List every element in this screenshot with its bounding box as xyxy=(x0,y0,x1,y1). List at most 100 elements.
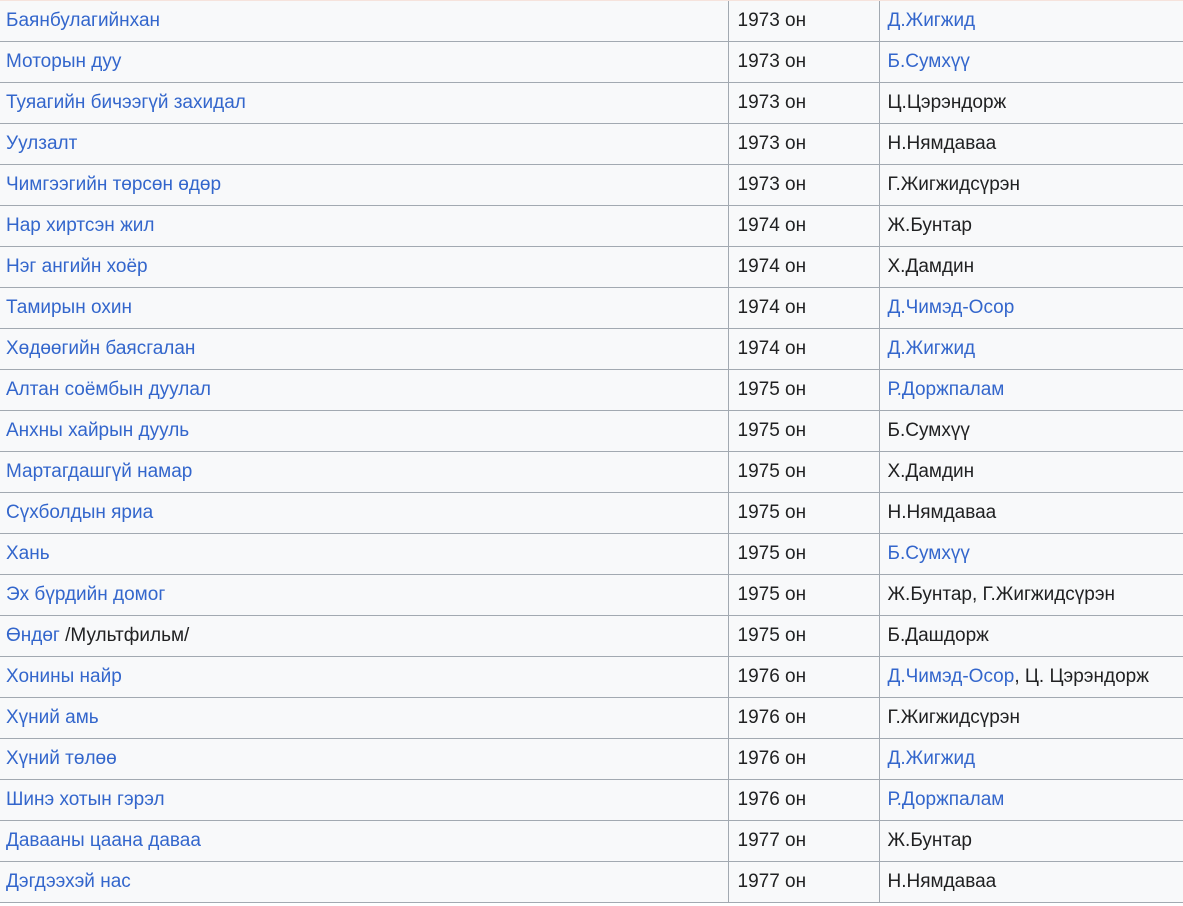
table-row: Баянбулагийнхан 1973 он Д.Жигжид xyxy=(0,1,1183,42)
film-title-link[interactable]: Тамирын охин xyxy=(6,297,132,318)
film-author-cell: Р.Доржпалам xyxy=(878,779,1183,821)
film-title-link[interactable]: Алтан соёмбын дуулал xyxy=(6,379,211,400)
author-link[interactable]: Р.Доржпалам xyxy=(888,789,1005,810)
film-author-cell: Г.Жигжидсүрэн xyxy=(878,164,1183,206)
table-row: Хөдөөгийн баясгалан 1974 он Д.Жигжид xyxy=(0,328,1183,370)
film-author-cell: Б.Дашдорж xyxy=(878,615,1183,657)
film-author-cell: Д.Жигжид xyxy=(878,328,1183,370)
table-row: Туяагийн бичээгүй захидал 1973 он Ц.Цэрэнд… xyxy=(0,82,1183,124)
film-title-cell: Хүний амь xyxy=(0,697,729,739)
film-title-cell: Шинэ хотын гэрэл xyxy=(0,779,729,821)
table-row: Чимгээгийн төрсөн өдөр 1973 он Г.Жигжидсүр… xyxy=(0,164,1183,206)
author-name: Ж.Бунтар xyxy=(887,830,973,851)
author-link[interactable]: Б.Сумхүү xyxy=(888,543,970,564)
author-link[interactable]: Р.Доржпалам xyxy=(888,379,1005,400)
film-year-cell: 1973 он xyxy=(727,41,880,83)
film-author-cell: Х.Дамдин xyxy=(878,246,1183,288)
film-title-link[interactable]: Хөдөөгийн баясгалан xyxy=(6,338,195,359)
film-author-cell: Д.Чимэд-Осор xyxy=(878,287,1183,329)
film-year-cell: 1975 он xyxy=(727,369,880,411)
film-title-link[interactable]: Хүний амь xyxy=(6,707,99,728)
film-year-cell: 1975 он xyxy=(727,410,880,452)
author-name: Ж.Бунтар xyxy=(887,215,973,236)
table-row: Шинэ хотын гэрэл 1976 он Р.Доржпалам xyxy=(0,779,1183,821)
film-year-cell: 1973 он xyxy=(727,164,880,206)
film-title-cell: Хүний төлөө xyxy=(0,738,729,780)
film-author-cell: Б.Сумхүү xyxy=(878,41,1183,83)
film-year-cell: 1973 он xyxy=(727,82,880,124)
film-title-link[interactable]: Өндөг xyxy=(6,625,60,646)
film-title-link[interactable]: Нэг ангийн хоёр xyxy=(6,256,148,277)
author-name: Х.Дамдин xyxy=(887,256,975,277)
film-title-link[interactable]: Мартагдашгүй намар xyxy=(6,461,192,482)
film-author-cell: Ж.Бунтар xyxy=(878,205,1183,247)
films-table-body: Баянбулагийнхан 1973 он Д.Жигжид Моторын ду… xyxy=(0,1,1183,903)
author-link[interactable]: Д.Жигжид xyxy=(888,10,976,31)
film-author-cell: Ц.Цэрэндорж xyxy=(878,82,1183,124)
film-title-cell: Уулзалт xyxy=(0,123,729,165)
author-name: Н.Нямдаваа xyxy=(887,871,997,892)
film-year-cell: 1976 он xyxy=(727,656,880,698)
film-title-cell: Хөдөөгийн баясгалан xyxy=(0,328,729,370)
film-title-link[interactable]: Эх бүрдийн домог xyxy=(6,584,165,605)
film-title-cell: Моторын дуу xyxy=(0,41,729,83)
film-title-cell: Чимгээгийн төрсөн өдөр xyxy=(0,164,729,206)
table-row: Хань 1975 он Б.Сумхүү xyxy=(0,533,1183,575)
film-year-cell: 1973 он xyxy=(727,123,880,165)
author-name: Б.Дашдорж xyxy=(887,625,989,646)
film-year-cell: 1974 он xyxy=(727,287,880,329)
table-row: Хүний амь 1976 он Г.Жигжидсүрэн xyxy=(0,697,1183,739)
film-title-cell: Туяагийн бичээгүй захидал xyxy=(0,82,729,124)
table-row: Сүхболдын яриа 1975 он Н.Нямдаваа xyxy=(0,492,1183,534)
film-title-cell: Дэгдээхэй нас xyxy=(0,861,729,903)
film-title-link[interactable]: Давааны цаана даваа xyxy=(6,830,201,851)
film-year-cell: 1976 он xyxy=(727,697,880,739)
film-year-cell: 1975 он xyxy=(727,615,880,657)
film-author-cell: Р.Доржпалам xyxy=(878,369,1183,411)
author-link[interactable]: Д.Жигжид xyxy=(888,748,976,769)
film-title-link[interactable]: Дэгдээхэй нас xyxy=(6,871,131,892)
film-author-cell: Ж.Бунтар xyxy=(878,820,1183,862)
film-title-link[interactable]: Сүхболдын яриа xyxy=(6,502,153,523)
film-title-cell: Нар хиртсэн жил xyxy=(0,205,729,247)
table-row: Тамирын охин 1974 он Д.Чимэд-Осор xyxy=(0,287,1183,329)
film-title-link[interactable]: Хань xyxy=(6,543,50,564)
film-title-link[interactable]: Хонины найр xyxy=(6,666,122,687)
author-link[interactable]: Д.Чимэд-Осор xyxy=(888,666,1015,687)
film-title-link[interactable]: Баянбулагийнхан xyxy=(6,10,160,31)
film-title-link[interactable]: Хүний төлөө xyxy=(6,748,117,769)
film-title-cell: Сүхболдын яриа xyxy=(0,492,729,534)
film-title-link[interactable]: Уулзалт xyxy=(6,133,77,154)
film-title-link[interactable]: Чимгээгийн төрсөн өдөр xyxy=(6,174,221,195)
film-title-cell: Мартагдашгүй намар xyxy=(0,451,729,493)
table-row: Давааны цаана даваа 1977 он Ж.Бунтар xyxy=(0,820,1183,862)
film-title-link[interactable]: Нар хиртсэн жил xyxy=(6,215,154,236)
film-title-link[interactable]: Туяагийн бичээгүй захидал xyxy=(6,92,246,113)
author-link[interactable]: Б.Сумхүү xyxy=(888,51,970,72)
table-row: Хонины найр 1976 он Д.Чимэд-Осор, Ц. Цэрэн… xyxy=(0,656,1183,698)
film-author-cell: Д.Жигжид xyxy=(878,738,1183,780)
film-year-cell: 1975 он xyxy=(727,451,880,493)
film-title-cell: Давааны цаана даваа xyxy=(0,820,729,862)
film-author-cell: Н.Нямдаваа xyxy=(878,123,1183,165)
film-year-cell: 1975 он xyxy=(727,533,880,575)
author-link[interactable]: Д.Чимэд-Осор xyxy=(888,297,1015,318)
film-year-cell: 1977 он xyxy=(727,820,880,862)
film-author-cell: Х.Дамдин xyxy=(878,451,1183,493)
film-title-cell: Баянбулагийнхан xyxy=(0,1,729,42)
film-author-cell: Д.Жигжид xyxy=(878,1,1183,42)
table-row: Моторын дуу 1973 он Б.Сумхүү xyxy=(0,41,1183,83)
films-table: Баянбулагийнхан 1973 он Д.Жигжид Моторын ду… xyxy=(0,1,1183,903)
film-title-cell: Хонины найр xyxy=(0,656,729,698)
film-title-cell: Анхны хайрын дууль xyxy=(0,410,729,452)
film-title-cell: Хань xyxy=(0,533,729,575)
film-author-cell: Н.Нямдаваа xyxy=(878,861,1183,903)
film-title-cell: Эх бүрдийн домог xyxy=(0,574,729,616)
film-title-link[interactable]: Шинэ хотын гэрэл xyxy=(6,789,165,810)
film-title-link[interactable]: Анхны хайрын дууль xyxy=(6,420,189,441)
film-title-link[interactable]: Моторын дуу xyxy=(6,51,121,72)
film-title-cell: Алтан соёмбын дуулал xyxy=(0,369,729,411)
table-row: Анхны хайрын дууль 1975 он Б.Сумхүү xyxy=(0,410,1183,452)
film-year-cell: 1974 он xyxy=(727,205,880,247)
author-link[interactable]: Д.Жигжид xyxy=(888,338,976,359)
